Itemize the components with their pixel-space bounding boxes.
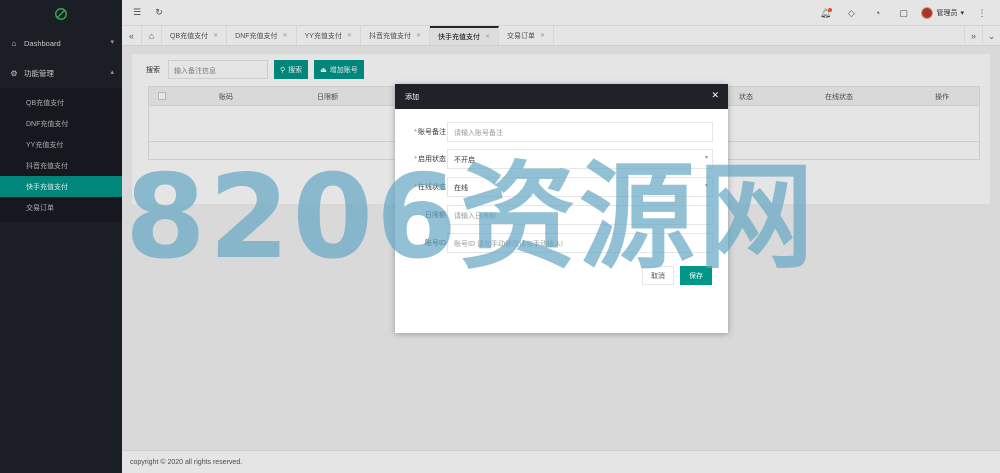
form-row-account-id: 账号ID 账号ID 请勿手动修改请勿手动输入! [395, 233, 728, 253]
cancel-button[interactable]: 取消 [642, 266, 674, 285]
form-row-account-remark: *账号备注 请输入账号备注 [395, 122, 728, 142]
chevron-down-icon: ▾ [704, 183, 708, 189]
add-dialog: 添加 ✕ *账号备注 请输入账号备注 *启用状态 不开启 ▾ *在线状态 在线 … [395, 84, 728, 333]
save-button[interactable]: 保存 [680, 266, 712, 285]
dialog-title: 添加 [405, 93, 419, 101]
online-status-select[interactable]: 在线 [447, 177, 713, 197]
account-remark-input[interactable]: 请输入账号备注 [447, 122, 713, 142]
daily-limit-input[interactable]: 请输入日限额 [447, 205, 713, 225]
close-icon[interactable]: ✕ [711, 91, 719, 100]
field-label: 账号ID [425, 240, 446, 247]
enable-status-select[interactable]: 不开启 [447, 149, 713, 169]
dialog-header: 添加 ✕ [395, 84, 728, 109]
field-label: *启用状态 [414, 156, 446, 163]
form-row-daily-limit: 日限额 请输入日限额 [395, 205, 728, 225]
field-label: *在线状态 [414, 184, 446, 191]
field-label: *账号备注 [414, 129, 446, 136]
account-id-input[interactable]: 账号ID 请勿手动修改请勿手动输入! [447, 233, 713, 253]
dialog-actions: 取消 保存 [642, 266, 712, 285]
form-row-enable-status: *启用状态 不开启 ▾ [395, 149, 728, 169]
chevron-down-icon: ▾ [704, 155, 708, 161]
form-row-online-status: *在线状态 在线 ▾ [395, 177, 728, 197]
field-label: 日限额 [425, 212, 446, 219]
